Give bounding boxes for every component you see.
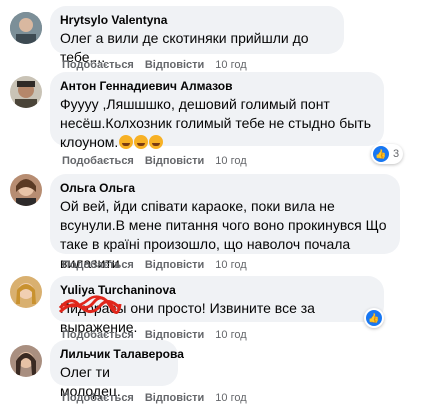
like-button[interactable]: Подобається xyxy=(62,59,134,71)
laughing-emoji-icon xyxy=(149,135,164,149)
red-scribble-censor xyxy=(58,295,122,314)
laughing-emoji-icon xyxy=(134,135,149,149)
reply-button[interactable]: Відповісти xyxy=(145,59,204,71)
comment-time[interactable]: 10 год xyxy=(215,392,246,404)
avatar-photo xyxy=(10,76,42,108)
comment-author[interactable]: Hrytsylo Valentyna xyxy=(60,12,334,28)
comment-author[interactable]: Ольга Ольга xyxy=(60,180,390,196)
reaction-badge[interactable]: 👍 xyxy=(364,308,384,328)
thumbs-up-icon: 👍 xyxy=(366,310,382,326)
avatar[interactable] xyxy=(10,12,42,44)
thumbs-up-icon: 👍 xyxy=(373,146,389,162)
reply-button[interactable]: Відповісти xyxy=(145,392,204,404)
reply-button[interactable]: Відповісти xyxy=(145,155,204,167)
comment-bubble: Ольга Ольга Ой вей, йди співати караоке,… xyxy=(50,174,400,271)
comment-text: Фуууу ,Ляшшшко, дешовий голимый понт нес… xyxy=(60,95,374,152)
comment-author[interactable]: Антон Геннадиевич Алмазов xyxy=(60,78,374,94)
avatar-photo xyxy=(10,276,42,308)
comment-text-body: Фуууу ,Ляшшшко, дешовий голимый понт нес… xyxy=(60,96,372,150)
comment-actions: Подобається Відповісти 10 год xyxy=(62,154,258,168)
comment-time[interactable]: 10 год xyxy=(215,59,246,71)
comment-bubble: Лильчик Талаверова Олег ти молодец. xyxy=(50,340,184,399)
reaction-count: 3 xyxy=(393,148,400,160)
avatar[interactable] xyxy=(10,345,42,377)
comment-time[interactable]: 10 год xyxy=(215,155,246,167)
laughing-emoji-icon xyxy=(119,135,134,149)
avatar-photo xyxy=(10,174,42,206)
comment-time[interactable]: 10 год xyxy=(215,329,246,341)
avatar[interactable] xyxy=(10,174,42,206)
comment-bubble: Антон Геннадиевич Алмазов Фуууу ,Ляшшшко… xyxy=(50,72,384,150)
comment-bubble: Hrytsylo Valentyna Олег а вили де скотин… xyxy=(50,6,344,65)
avatar-photo xyxy=(10,345,42,377)
comment-author[interactable]: Лильчик Талаверова xyxy=(60,346,184,362)
reaction-badge[interactable]: 👍 3 xyxy=(371,144,404,164)
comment-actions: Подобається Відповісти 10 год xyxy=(62,258,258,272)
comment-actions: Подобається Відповісти 10 год xyxy=(62,391,258,405)
like-button[interactable]: Подобається xyxy=(62,155,134,167)
avatar[interactable] xyxy=(10,76,42,108)
avatar-photo xyxy=(10,12,42,44)
comment-time[interactable]: 10 год xyxy=(215,259,246,271)
reply-button[interactable]: Відповісти xyxy=(145,259,204,271)
like-button[interactable]: Подобається xyxy=(62,259,134,271)
avatar[interactable] xyxy=(10,276,42,308)
comment-actions: Подобається Відповісти 10 год xyxy=(62,58,258,72)
like-button[interactable]: Подобається xyxy=(62,392,134,404)
